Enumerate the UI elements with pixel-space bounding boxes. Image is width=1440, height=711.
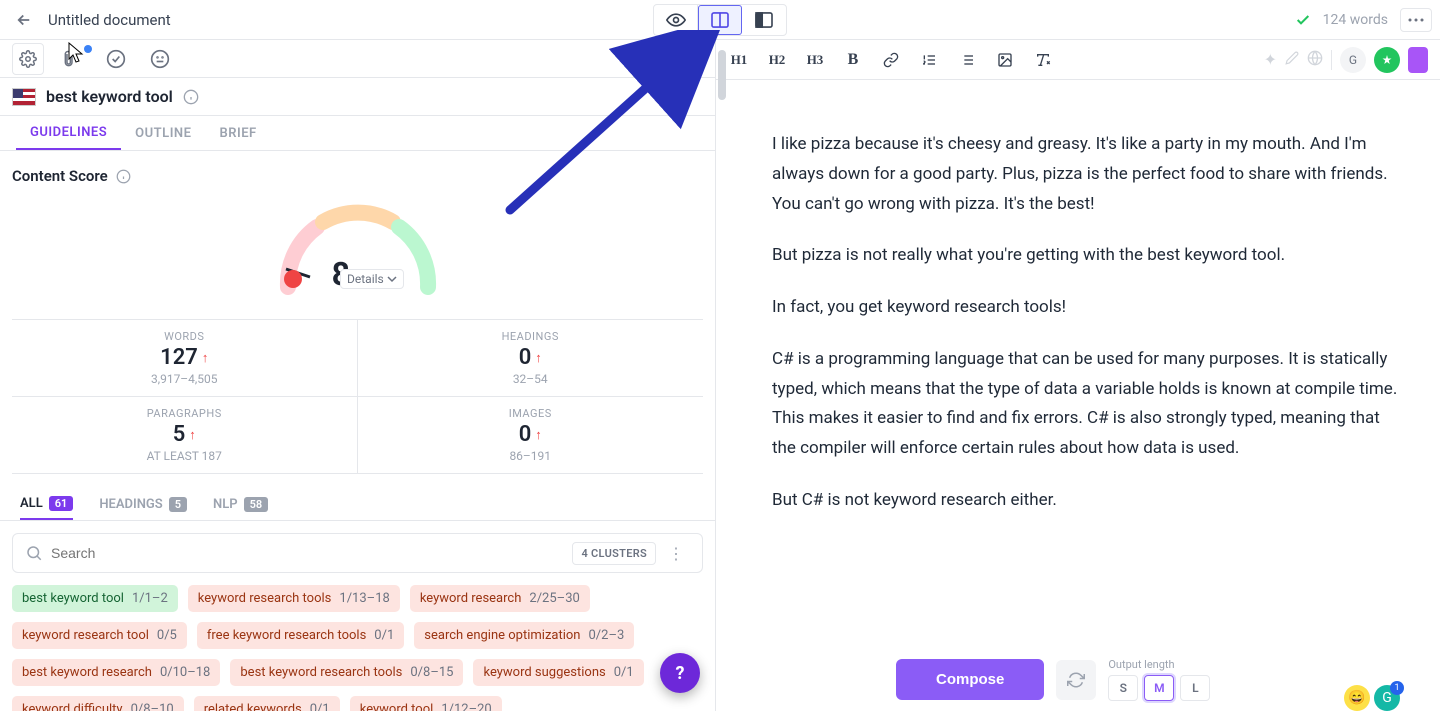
us-flag-icon — [12, 88, 36, 106]
status-purple-pill[interactable] — [1408, 47, 1428, 73]
unordered-list-button[interactable] — [956, 48, 978, 72]
regenerate-button[interactable] — [1056, 660, 1096, 700]
left-toolbar — [0, 40, 715, 78]
tab-brief[interactable]: BRIEF — [205, 116, 270, 150]
document-title[interactable]: Untitled document — [48, 11, 171, 29]
h1-button[interactable]: H1 — [728, 48, 750, 72]
paragraph[interactable]: But pizza is not really what you're gett… — [772, 241, 1400, 271]
keyword-chip[interactable]: keyword research tools1/13–18 — [188, 585, 400, 612]
keyword-tabs: ALL61 HEADINGS5 NLP58 — [0, 488, 715, 521]
view-mode-preview[interactable] — [654, 5, 698, 35]
tab-outline[interactable]: OUTLINE — [121, 116, 205, 150]
arrow-up-icon: ↑ — [189, 427, 196, 443]
view-mode-switcher — [653, 4, 787, 36]
keyword-chip[interactable]: keyword tool1/12–20 — [350, 696, 502, 711]
arrow-up-icon: ↑ — [535, 350, 542, 366]
globe-icon[interactable] — [1307, 50, 1323, 70]
output-length-label: Output length — [1108, 658, 1210, 671]
stat-words: WORDS 127↑ 3,917–4,505 — [12, 320, 358, 397]
grammar-pill[interactable]: G — [1340, 47, 1366, 73]
help-fab[interactable]: ? — [660, 653, 700, 693]
keyword-chip[interactable]: keyword difficulty0/8–10 — [12, 696, 184, 711]
content-score-section: Content Score 8 /100 Details — [0, 151, 715, 311]
edit-icon[interactable] — [1285, 50, 1299, 69]
view-mode-full[interactable] — [742, 5, 786, 35]
attachment-button[interactable] — [56, 43, 88, 75]
stat-headings: HEADINGS 0↑ 32–54 — [358, 320, 704, 397]
kw-tab-nlp[interactable]: NLP58 — [213, 488, 268, 520]
stats-grid: WORDS 127↑ 3,917–4,505 HEADINGS 0↑ 32–54… — [12, 319, 703, 474]
keyword-chip[interactable]: best keyword tool1/1–2 — [12, 585, 178, 612]
search-icon — [25, 544, 43, 562]
length-l[interactable]: L — [1180, 675, 1210, 701]
guidelines-panel: best keyword tool GUIDELINES OUTLINE BRI… — [0, 40, 716, 711]
keyword-chip[interactable]: search engine optimization0/2–3 — [414, 622, 634, 649]
back-button[interactable] — [8, 4, 40, 36]
kw-tab-headings[interactable]: HEADINGS5 — [99, 488, 187, 520]
keyword-chips: best keyword tool1/1–2 keyword research t… — [0, 585, 715, 711]
kw-tab-all[interactable]: ALL61 — [20, 488, 73, 520]
checkmark-circle-button[interactable] — [100, 43, 132, 75]
settings-button[interactable] — [12, 43, 44, 75]
info-icon[interactable] — [116, 169, 131, 184]
clusters-button[interactable]: 4 CLUSTERS — [572, 542, 656, 565]
tab-guidelines[interactable]: GUIDELINES — [16, 116, 121, 150]
editor-toolbar: H1 H2 H3 B ✦ — [716, 40, 1440, 80]
sparkle-icon[interactable]: ✦ — [1264, 50, 1277, 69]
keyword-header: best keyword tool — [0, 78, 715, 116]
paragraph[interactable]: But C# is not keyword research either. — [772, 486, 1400, 516]
arrow-up-icon: ↑ — [202, 350, 209, 366]
ordered-list-button[interactable] — [918, 48, 940, 72]
resize-handle[interactable] — [716, 40, 728, 711]
keyword-chip[interactable]: keyword research2/25–30 — [410, 585, 590, 612]
length-s[interactable]: S — [1108, 675, 1138, 701]
top-bar: Untitled document 124 words — [0, 0, 1440, 40]
output-length-group: Output length S M L — [1108, 658, 1210, 701]
bold-button[interactable]: B — [842, 48, 864, 72]
keyword-chip[interactable]: keyword research tool0/5 — [12, 622, 187, 649]
emoji-button[interactable] — [144, 43, 176, 75]
length-m[interactable]: M — [1144, 675, 1174, 701]
panel-tabs: GUIDELINES OUTLINE BRIEF — [0, 116, 715, 151]
content-score-title: Content Score — [12, 167, 108, 185]
keyword-chip[interactable]: related keywords0/1 — [194, 696, 340, 711]
keyword-chip[interactable]: best keyword research0/10–18 — [12, 659, 220, 686]
clear-format-button[interactable] — [1032, 48, 1054, 72]
search-more-icon[interactable]: ⋮ — [668, 544, 690, 563]
keyword-search-row: 4 CLUSTERS ⋮ — [0, 521, 715, 585]
editor-panel: H1 H2 H3 B ✦ — [716, 40, 1440, 711]
arrow-up-icon: ↑ — [535, 427, 542, 443]
check-icon — [1295, 12, 1311, 28]
details-toggle[interactable]: Details — [340, 269, 404, 289]
reaction-cluster[interactable]: 😄 G1 — [1344, 685, 1400, 711]
stat-paragraphs: PARAGRAPHS 5↑ AT LEAST 187 — [12, 397, 358, 473]
keyword-chip[interactable]: keyword suggestions0/1 — [473, 659, 643, 686]
keyword-chip[interactable]: best keyword research tools0/8–15 — [230, 659, 463, 686]
editor-content[interactable]: I like pizza because it's cheesy and gre… — [716, 80, 1440, 711]
paragraph[interactable]: In fact, you get keyword research tools! — [772, 293, 1400, 323]
paragraph[interactable]: C# is a programming language that can be… — [772, 345, 1400, 464]
search-box[interactable]: 4 CLUSTERS ⋮ — [12, 533, 703, 573]
info-icon[interactable] — [183, 89, 199, 105]
notification-dot-icon — [84, 45, 92, 53]
image-button[interactable] — [994, 48, 1016, 72]
search-input[interactable] — [51, 545, 564, 561]
main-keyword: best keyword tool — [46, 87, 173, 106]
h2-button[interactable]: H2 — [766, 48, 788, 72]
link-button[interactable] — [880, 48, 902, 72]
h3-button[interactable]: H3 — [804, 48, 826, 72]
status-green-pill[interactable] — [1374, 47, 1400, 73]
more-menu-button[interactable] — [1400, 8, 1432, 32]
stat-images: IMAGES 0↑ 86–191 — [358, 397, 704, 473]
paragraph[interactable]: I like pizza because it's cheesy and gre… — [772, 130, 1400, 219]
compose-button[interactable]: Compose — [896, 659, 1044, 700]
word-count: 124 words — [1323, 12, 1388, 28]
view-mode-split[interactable] — [698, 5, 742, 35]
keyword-chip[interactable]: free keyword research tools0/1 — [197, 622, 404, 649]
